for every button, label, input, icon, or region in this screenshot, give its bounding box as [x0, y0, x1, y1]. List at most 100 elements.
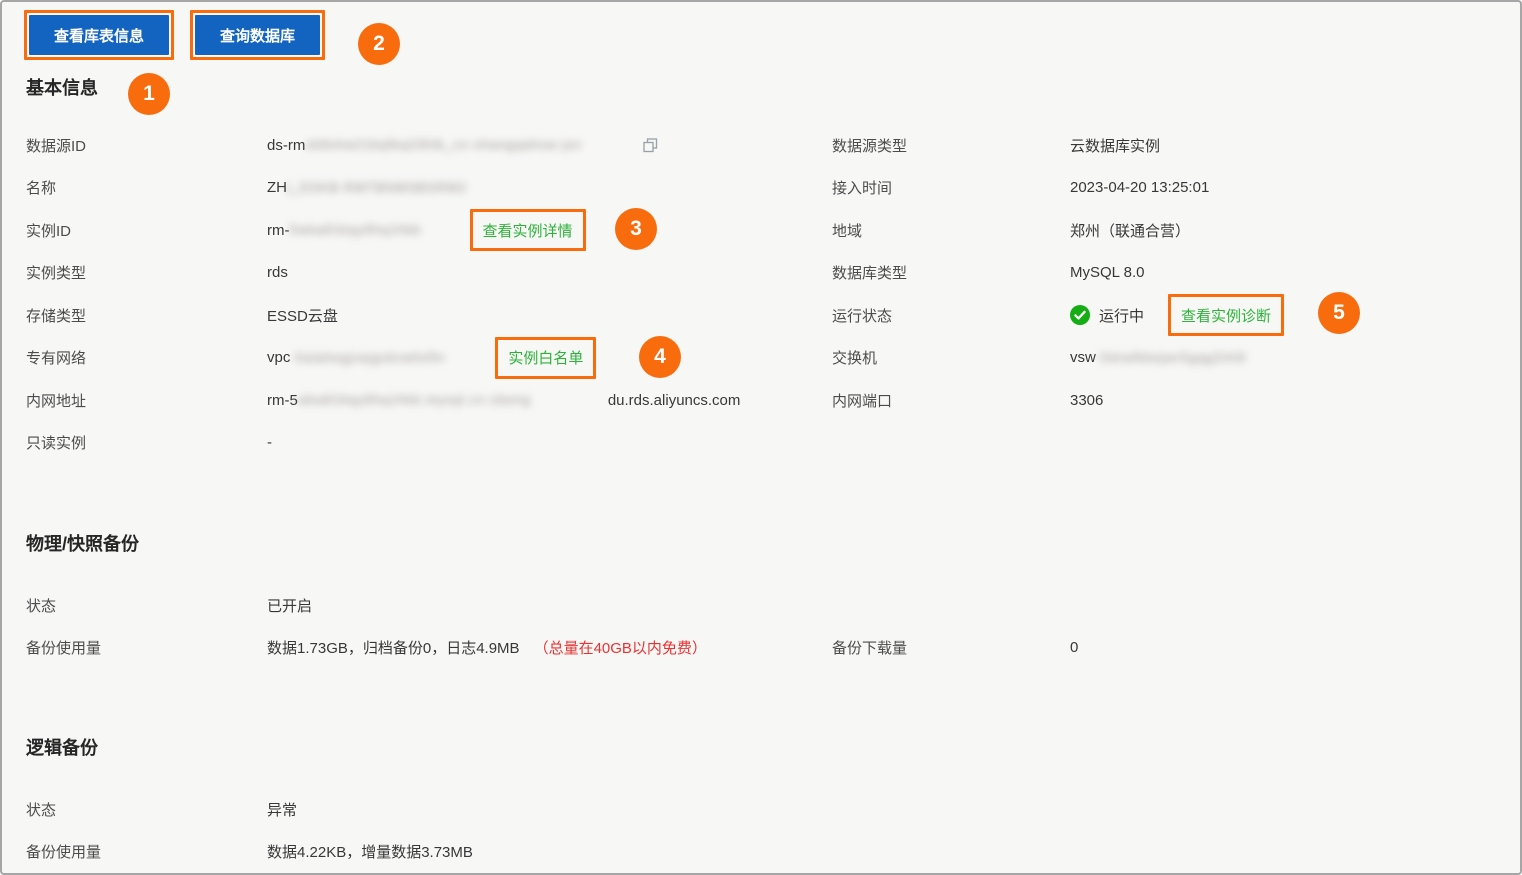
- field-row-region: 地域 郑州（联通合营）: [832, 209, 1512, 252]
- basic-info-left-column: 数据源ID ds-rm xk8shw21bqfkq23hlb_cn-xhangqa…: [26, 124, 796, 464]
- instance-type-value: rds: [267, 264, 288, 282]
- physical-backup-status-value: 已开启: [267, 597, 313, 615]
- view-table-info-button[interactable]: 查看库表信息: [29, 15, 170, 55]
- toolbar: 查看库表信息 查询数据库: [24, 10, 326, 60]
- name-label: 名称: [26, 180, 57, 198]
- instance-type-label: 实例类型: [26, 265, 87, 283]
- callout-1: 1: [128, 73, 170, 115]
- name-value: ZH |_DSKB-RMTBNMSBSRM2: [267, 179, 477, 197]
- callout-box-instance-whitelist: 实例白名单: [495, 336, 597, 379]
- instance-id-prefix: rm-: [267, 221, 290, 239]
- field-row-physical-backup-status: 状态 已开启: [26, 584, 926, 627]
- field-row-run-status: 运行状态 运行中 查看实例诊断: [832, 294, 1512, 337]
- intranet-address-suffix: du.rds.aliyuncs.com: [607, 391, 741, 409]
- readonly-instance-label: 只读实例: [26, 435, 87, 453]
- basic-info-right-column: 数据源类型 云数据库实例 接入时间 2023-04-20 13:25:01 地域…: [832, 124, 1512, 422]
- access-time-value: 2023-04-20 13:25:01: [1070, 179, 1210, 197]
- intranet-address-prefix: rm-5: [267, 391, 298, 409]
- callout-box-instance-diagnosis: 查看实例诊断: [1168, 294, 1285, 337]
- field-row-intranet-address: 内网地址 rm-5 wka81bqy9hq1hkb.mysql.cn-zbeng d…: [26, 379, 796, 422]
- field-row-storage-type: 存储类型 ESSD云盘: [26, 294, 796, 337]
- storage-type-value: ESSD云盘: [267, 307, 338, 325]
- instance-id-redacted: 5wka81bqy9hq1hkb: [289, 222, 422, 238]
- callout-box-view-instance-detail: 查看实例详情: [469, 209, 586, 252]
- db-type-value: MySQL 8.0: [1070, 264, 1145, 282]
- field-row-intranet-port: 内网端口 3306: [832, 379, 1512, 422]
- field-row-vswitch: 交换机 vsw -5drwfkkejwr5gqg2l43l: [832, 337, 1512, 380]
- callout-box-view-tables: 查看库表信息: [24, 10, 175, 60]
- physical-backup-right-column: 备份下载量 0: [832, 627, 1512, 670]
- run-status-text: 运行中: [1099, 307, 1145, 325]
- datasource-id-prefix: ds-rm: [267, 136, 306, 154]
- field-row-readonly-instance: 只读实例 -: [26, 422, 796, 465]
- copy-icon[interactable]: [643, 138, 658, 153]
- logical-backup-status-value: 异常: [267, 801, 298, 819]
- field-row-logical-backup-status: 状态 异常: [26, 788, 926, 831]
- view-instance-diagnosis-link[interactable]: 查看实例诊断: [1181, 305, 1271, 326]
- db-type-label: 数据库类型: [832, 265, 908, 283]
- vpc-value: vpc -5alahegjrwjgvbrw0sfhr 实例白名单: [267, 336, 597, 379]
- readonly-instance-value: -: [267, 434, 272, 452]
- physical-backup-usage-label: 备份使用量: [26, 640, 102, 658]
- instance-whitelist-link[interactable]: 实例白名单: [508, 347, 583, 368]
- field-row-logical-backup-usage: 备份使用量 数据4.22KB，增量数据3.73MB: [26, 831, 926, 874]
- backup-download-value: 0: [1070, 639, 1079, 657]
- region-value: 郑州（联通合营）: [1070, 222, 1191, 240]
- field-row-physical-backup-usage: 备份使用量 数据1.73GB，归档备份0，日志4.9MB （总量在40GB以内免…: [26, 627, 926, 670]
- run-status-label: 运行状态: [832, 307, 893, 325]
- datasource-id-label: 数据源ID: [26, 137, 87, 155]
- physical-backup-status-label: 状态: [26, 597, 57, 615]
- logical-backup-title: 逻辑备份: [26, 738, 98, 758]
- status-running-check-icon: [1070, 305, 1090, 326]
- vpc-redacted: -5alahegjrwjgvbrw0sfhr: [290, 349, 447, 365]
- view-instance-detail-link[interactable]: 查看实例详情: [483, 220, 573, 241]
- datasource-id-redacted: xk8shw21bqfkq23hlb_cn-xhangqahsw-jsn: [305, 137, 582, 153]
- instance-id-label: 实例ID: [26, 222, 72, 240]
- intranet-address-label: 内网地址: [26, 392, 87, 410]
- name-prefix: ZH: [267, 179, 287, 197]
- instance-id-value: rm- 5wka81bqy9hq1hkb 查看实例详情: [267, 209, 586, 252]
- name-redacted: |_DSKB-RMTBNMSBSRM2: [287, 179, 467, 195]
- physical-backup-left-column: 状态 已开启 备份使用量 数据1.73GB，归档备份0，日志4.9MB （总量在…: [26, 584, 926, 669]
- field-row-backup-download: 备份下载量 0: [832, 627, 1512, 670]
- field-row-datasource-id: 数据源ID ds-rm xk8shw21bqfkq23hlb_cn-xhangqa…: [26, 124, 796, 167]
- query-database-button[interactable]: 查询数据库: [195, 15, 321, 55]
- intranet-address-value: rm-5 wka81bqy9hq1hkb.mysql.cn-zbeng du.rds…: [267, 391, 740, 409]
- datasource-type-label: 数据源类型: [832, 137, 908, 155]
- intranet-port-value: 3306: [1070, 391, 1104, 409]
- intranet-address-redacted: wka81bqy9hq1hkb.mysql.cn-zbeng: [297, 392, 531, 408]
- datasource-id-value: ds-rm xk8shw21bqfkq23hlb_cn-xhangqahsw-js…: [267, 136, 658, 154]
- region-label: 地域: [832, 222, 863, 240]
- field-row-instance-type: 实例类型 rds: [26, 252, 796, 295]
- basic-info-title: 基本信息: [26, 78, 98, 98]
- field-row-vpc: 专有网络 vpc -5alahegjrwjgvbrw0sfhr 实例白名单: [26, 336, 796, 380]
- vswitch-value: vsw -5drwfkkejwr5gqg2l43l: [1070, 349, 1296, 367]
- vswitch-label: 交换机: [832, 350, 878, 368]
- storage-type-label: 存储类型: [26, 307, 87, 325]
- physical-backup-usage-value: 数据1.73GB，归档备份0，日志4.9MB （总量在40GB以内免费）: [267, 637, 707, 658]
- vswitch-redacted: -5drwfkkejwr5gqg2l43l: [1095, 349, 1247, 365]
- physical-backup-free-quota-note: （总量在40GB以内免费）: [533, 640, 707, 658]
- callout-2: 2: [358, 23, 400, 65]
- logical-backup-usage-label: 备份使用量: [26, 844, 102, 862]
- logical-backup-status-label: 状态: [26, 801, 57, 819]
- physical-backup-title: 物理/快照备份: [26, 534, 140, 554]
- intranet-port-label: 内网端口: [832, 392, 893, 410]
- callout-box-query-db: 查询数据库: [190, 10, 326, 60]
- physical-backup-usage-text: 数据1.73GB，归档备份0，日志4.9MB: [267, 640, 520, 658]
- backup-download-label: 备份下载量: [832, 640, 908, 658]
- field-row-instance-id: 实例ID rm- 5wka81bqy9hq1hkb 查看实例详情: [26, 209, 796, 252]
- instance-detail-page: 查看库表信息 查询数据库 1 2 3 4 5 基本信息 数据源ID ds-rm x…: [0, 0, 1522, 875]
- logical-backup-column: 状态 异常 备份使用量 数据4.22KB，增量数据3.73MB: [26, 788, 926, 873]
- field-row-datasource-type: 数据源类型 云数据库实例: [832, 124, 1512, 167]
- logical-backup-usage-value: 数据4.22KB，增量数据3.73MB: [267, 844, 473, 862]
- field-row-db-type: 数据库类型 MySQL 8.0: [832, 252, 1512, 295]
- vpc-label: 专有网络: [26, 350, 87, 368]
- vswitch-prefix: vsw: [1070, 349, 1096, 367]
- vpc-prefix: vpc: [267, 349, 291, 367]
- access-time-label: 接入时间: [832, 180, 893, 198]
- datasource-type-value: 云数据库实例: [1070, 137, 1161, 155]
- field-row-name: 名称 ZH |_DSKB-RMTBNMSBSRM2: [26, 167, 796, 210]
- run-status-value: 运行中 查看实例诊断: [1070, 294, 1285, 337]
- field-row-access-time: 接入时间 2023-04-20 13:25:01: [832, 167, 1512, 210]
